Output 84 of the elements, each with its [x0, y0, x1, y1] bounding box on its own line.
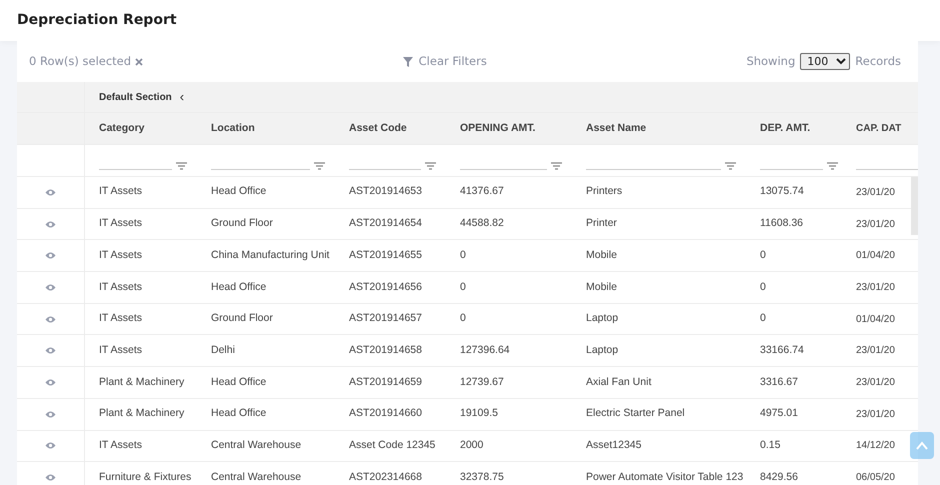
table-cell-text: Delhi	[211, 342, 235, 358]
table-cell-text: Head Office	[211, 280, 266, 295]
table-cell-text: 127396.64	[460, 342, 510, 358]
table-cell-text: Laptop	[586, 342, 618, 358]
column-header[interactable]: Category	[85, 113, 197, 145]
table-cell-text: IT Assets	[99, 216, 142, 232]
table-cell-text: Laptop	[586, 311, 618, 326]
table-cell-text: 01/04/20	[856, 312, 895, 327]
page-title: Depreciation Report	[17, 12, 177, 29]
table-cell-text: Head Office	[211, 374, 266, 390]
table-cell-text: 0	[760, 280, 766, 295]
table-cell-text: 23/01/20	[856, 280, 895, 295]
table-cell: 8429.56	[760, 470, 798, 485]
table-cell-text: IT Assets	[99, 248, 142, 263]
table-cell: Furniture & Fixtures	[99, 470, 192, 485]
table-cell-text: 23/01/20	[856, 186, 895, 200]
table-cell: AST202314668	[349, 470, 422, 485]
table-cell-text: Central Warehouse	[211, 438, 302, 453]
table-cell: 32378.75	[460, 470, 504, 485]
table-cell-text: Asset Code 12345	[349, 438, 436, 453]
table-cell-text: 0	[460, 280, 466, 295]
table-cell: Power Automate Visitor Table 123	[586, 470, 744, 485]
table-cell-text: 41376.67	[460, 184, 504, 200]
collapse-icon[interactable]: ‹	[180, 87, 184, 107]
table-cell-text: 06/05/20	[856, 471, 895, 485]
table-cell-text: 44588.82	[460, 216, 504, 232]
table-cell: Central Warehouse	[211, 470, 302, 485]
table-cell-text: 0.15	[760, 438, 780, 453]
table-cell-text: Printer	[586, 216, 617, 232]
table-cell-text: 12739.67	[460, 374, 504, 390]
table-cell-text: 0	[760, 248, 766, 263]
column-header[interactable]: Location	[197, 113, 335, 145]
table-cell-text: Axial Fan Unit	[586, 374, 652, 390]
column-header[interactable]: DEP. AMT.	[746, 113, 848, 145]
column-header[interactable]: OPENING AMT.	[446, 113, 572, 145]
table-cell-text: AST201914654	[349, 216, 422, 232]
table-cell-text: 13075.74	[760, 184, 804, 200]
section-label: Default Section	[99, 90, 172, 104]
selection-count: 0 Row(s) selected	[29, 52, 132, 70]
table-cell-text: Asset12345	[586, 438, 642, 453]
column-header[interactable]: Asset Name	[572, 113, 746, 145]
column-header[interactable]: CAP. DAT	[848, 113, 918, 145]
column-header[interactable]: Asset Code	[335, 113, 446, 145]
table-cell-text: Printers	[586, 184, 622, 200]
table-cell-text: 0	[760, 311, 766, 326]
table-cell-text: 0	[460, 248, 466, 263]
table-cell-text: IT Assets	[99, 342, 142, 358]
table-cell-text: China Manufacturing Unit	[211, 248, 330, 263]
table-cell-text: Mobile	[586, 248, 617, 263]
table-cell-text: Ground Floor	[211, 311, 273, 326]
showing-label: Showing	[746, 52, 796, 70]
table-cell-text: 2000	[460, 438, 484, 453]
table-cell-text: IT Assets	[99, 184, 142, 200]
table-cell-text: AST201914658	[349, 342, 422, 358]
table-cell-text: AST201914653	[349, 184, 422, 200]
table-cell-text: 23/01/20	[856, 344, 895, 358]
records-label: Records	[855, 52, 901, 70]
table-cell-text: 23/01/20	[856, 408, 895, 422]
table-cell-text: Head Office	[211, 406, 266, 422]
table-cell-text: AST201914660	[349, 406, 422, 422]
table-cell-text: IT Assets	[99, 311, 142, 326]
table-cell-text: 33166.74	[760, 342, 804, 358]
table-cell-text: Electric Starter Panel	[586, 406, 685, 422]
table-cell-text: Ground Floor	[211, 216, 273, 232]
table-cell-text: 19109.5	[460, 406, 498, 422]
table-cell-text: 4975.01	[760, 406, 798, 422]
table-cell-text: AST201914657	[349, 311, 422, 326]
table-cell-text: 11608.36	[760, 216, 804, 232]
table-cell-text: 14/12/20	[856, 439, 895, 454]
table-cell-text: 3316.67	[760, 374, 798, 390]
table-cell-text: AST201914655	[349, 248, 422, 263]
table-cell-text: 23/01/20	[856, 376, 895, 390]
table-cell-text: AST201914659	[349, 374, 422, 390]
table-cell-text: Plant & Machinery	[99, 406, 184, 422]
table-cell-text: Head Office	[211, 184, 266, 200]
table-cell-text: Mobile	[586, 280, 617, 295]
table-cell-text: 01/04/20	[856, 249, 895, 264]
table-cell-text: Plant & Machinery	[99, 374, 184, 390]
table-cell-text: IT Assets	[99, 438, 142, 453]
page-size-select[interactable]: 100	[800, 53, 850, 70]
table-cell-text: IT Assets	[99, 280, 142, 295]
table-cell-text: 0	[460, 311, 466, 326]
table-cell-text: 23/01/20	[856, 218, 895, 232]
table-cell-text: AST201914656	[349, 280, 422, 295]
